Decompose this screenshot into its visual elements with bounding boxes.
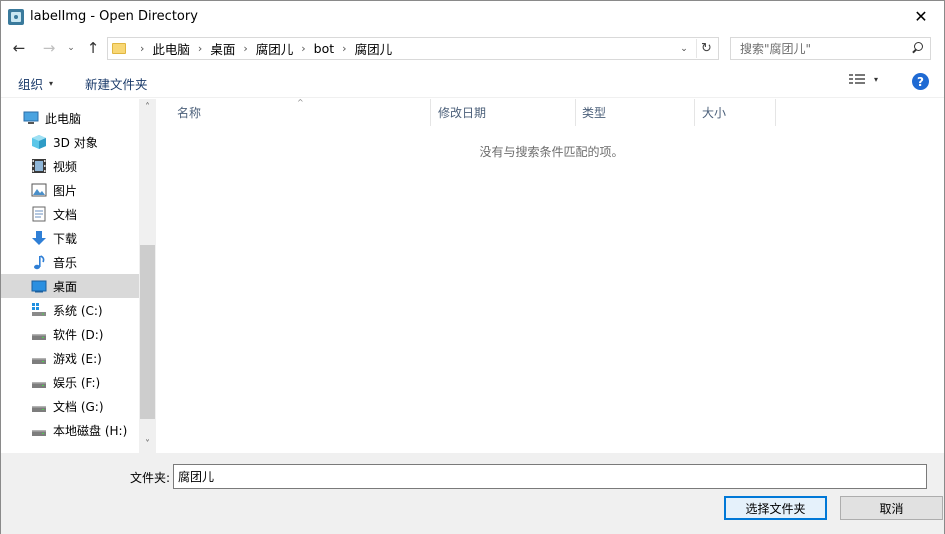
breadcrumb-separator[interactable]: › — [301, 42, 305, 55]
organize-label: 组织 — [18, 77, 44, 92]
chevron-down-icon: ▾ — [49, 79, 54, 88]
tree-item-drive-f[interactable]: 娱乐 (F:) — [1, 370, 139, 394]
tree-item-drive-e[interactable]: 游戏 (E:) — [1, 346, 139, 370]
music-icon — [31, 254, 47, 270]
video-icon — [31, 158, 47, 174]
navigation-scrollbar[interactable]: ˄ ˅ — [139, 99, 156, 453]
help-icon[interactable]: ? — [912, 73, 929, 90]
new-folder-button[interactable]: 新建文件夹 — [85, 74, 148, 93]
breadcrumb-futuaner[interactable]: 腐团儿 — [256, 39, 294, 58]
tree-item-drive-d[interactable]: 软件 (D:) — [1, 322, 139, 346]
folder-field-label: 文件夹: — [130, 471, 171, 485]
scrollbar-thumb[interactable] — [140, 245, 155, 419]
tree-item-label: 系统 (C:) — [53, 303, 103, 318]
address-bar[interactable]: › 此电脑 › 桌面 › 腐团儿 › bot › 腐团儿 ⌄ ↻ — [107, 37, 719, 60]
document-icon — [31, 206, 47, 222]
column-name-label: 名称 — [177, 106, 202, 120]
breadcrumb-this-pc[interactable]: 此电脑 — [152, 39, 190, 58]
tree-item-drive-h[interactable]: 本地磁盘 (H:) — [1, 418, 139, 442]
tree-item-pictures[interactable]: 图片 — [1, 178, 139, 202]
close-button[interactable]: ✕ — [898, 1, 944, 32]
breadcrumb-separator[interactable]: › — [198, 42, 202, 55]
picture-icon — [31, 182, 47, 198]
search-box[interactable]: 搜索"腐团儿" — [730, 37, 931, 60]
column-date-label: 修改日期 — [438, 106, 487, 120]
breadcrumb-bot[interactable]: bot — [314, 41, 334, 56]
tree-item-label: 娱乐 (F:) — [53, 375, 101, 390]
tree-item-videos[interactable]: 视频 — [1, 154, 139, 178]
tree-item-label: 文档 — [53, 207, 78, 222]
title-bar: labelImg - Open Directory ✕ — [1, 1, 944, 32]
folder-name-input[interactable] — [173, 464, 927, 489]
tree-item-desktop[interactable]: 桌面 — [1, 274, 139, 298]
drive-icon — [31, 398, 47, 414]
column-header-size[interactable]: 大小 — [695, 99, 776, 126]
dialog-footer: 文件夹: 选择文件夹 取消 — [1, 453, 944, 534]
tree-item-label: 视频 — [53, 159, 78, 174]
3d-objects-icon — [31, 134, 47, 150]
drive-icon — [31, 350, 47, 366]
breadcrumb-separator[interactable]: › — [243, 42, 247, 55]
tree-item-label: 游戏 (E:) — [53, 351, 102, 366]
tree-item-documents[interactable]: 文档 — [1, 202, 139, 226]
empty-results-message: 没有与搜索条件匹配的项。 — [479, 145, 624, 159]
drive-icon — [31, 326, 47, 342]
desktop-icon — [31, 278, 47, 294]
tree-item-label: 图片 — [53, 183, 78, 198]
tree-item-3d-objects[interactable]: 3D 对象 — [1, 130, 139, 154]
chevron-down-icon: ▾ — [874, 74, 879, 84]
file-list: 名称 ^ 修改日期 类型 大小 没有与搜索条件匹配的项。 — [159, 98, 944, 453]
scroll-down-icon[interactable]: ˅ — [139, 436, 156, 453]
computer-icon — [23, 110, 39, 126]
search-icon[interactable] — [910, 41, 924, 55]
tree-item-drive-g[interactable]: 文档 (G:) — [1, 394, 139, 418]
cancel-button[interactable]: 取消 — [840, 496, 943, 520]
scroll-up-icon[interactable]: ˄ — [139, 99, 156, 116]
drive-icon — [31, 374, 47, 390]
window-title: labelImg - Open Directory — [30, 9, 198, 24]
download-icon — [31, 230, 47, 246]
tree-item-label: 本地磁盘 (H:) — [53, 423, 128, 438]
folder-icon — [112, 43, 126, 54]
column-size-label: 大小 — [702, 106, 727, 120]
tree-item-label: 3D 对象 — [53, 135, 98, 150]
labelimg-app-icon — [8, 8, 24, 25]
tree-item-label: 此电脑 — [45, 111, 82, 126]
tree-item-label: 文档 (G:) — [53, 399, 104, 414]
tree-item-label: 音乐 — [53, 255, 78, 270]
view-options-button[interactable]: ▾ — [849, 73, 878, 85]
tree-item-downloads[interactable]: 下载 — [1, 226, 139, 250]
tree-item-this-pc[interactable]: 此电脑 — [1, 106, 139, 130]
tree-item-label: 软件 (D:) — [53, 327, 104, 342]
column-type-label: 类型 — [582, 106, 607, 120]
open-directory-dialog: labelImg - Open Directory ✕ ← → ⌄ ↑ › 此电… — [0, 0, 945, 534]
search-input[interactable]: 搜索"腐团儿" — [740, 40, 811, 57]
address-dropdown-icon[interactable]: ⌄ — [676, 40, 692, 57]
navigation-pane: 此电脑 3D 对象 视频 图片 文档 下载 音乐 桌面 系统 (C:) 软件 (… — [1, 99, 156, 453]
sort-ascending-icon: ^ — [297, 98, 304, 107]
tree-item-drive-c[interactable]: 系统 (C:) — [1, 298, 139, 322]
breadcrumb-separator[interactable]: › — [342, 42, 346, 55]
breadcrumb-futuaner-current[interactable]: 腐团儿 — [355, 39, 393, 58]
forward-arrow-icon[interactable]: → — [39, 38, 59, 58]
details-view-icon — [849, 73, 865, 85]
organize-button[interactable]: 组织 ▾ — [18, 74, 53, 93]
column-header-type[interactable]: 类型 — [576, 99, 695, 126]
breadcrumb-separator: › — [140, 42, 145, 55]
up-arrow-icon[interactable]: ↑ — [84, 38, 102, 58]
column-header-name[interactable]: 名称 ^ — [159, 98, 431, 126]
drive-icon — [31, 422, 47, 438]
refresh-icon[interactable]: ↻ — [696, 39, 716, 58]
command-toolbar: 组织 ▾ 新建文件夹 ▾ ? — [1, 64, 944, 98]
tree-item-music[interactable]: 音乐 — [1, 250, 139, 274]
breadcrumb-desktop[interactable]: 桌面 — [210, 39, 235, 58]
navigation-bar: ← → ⌄ ↑ › 此电脑 › 桌面 › 腐团儿 › bot › 腐团儿 ⌄ ↻… — [1, 32, 944, 64]
column-header-date-modified[interactable]: 修改日期 — [431, 99, 576, 126]
tree-item-label: 桌面 — [53, 279, 78, 294]
back-arrow-icon[interactable]: ← — [9, 38, 29, 58]
recent-locations-chevron-icon[interactable]: ⌄ — [64, 38, 78, 58]
system-drive-icon — [31, 302, 47, 318]
select-folder-button[interactable]: 选择文件夹 — [724, 496, 827, 520]
tree-item-label: 下载 — [53, 231, 78, 246]
